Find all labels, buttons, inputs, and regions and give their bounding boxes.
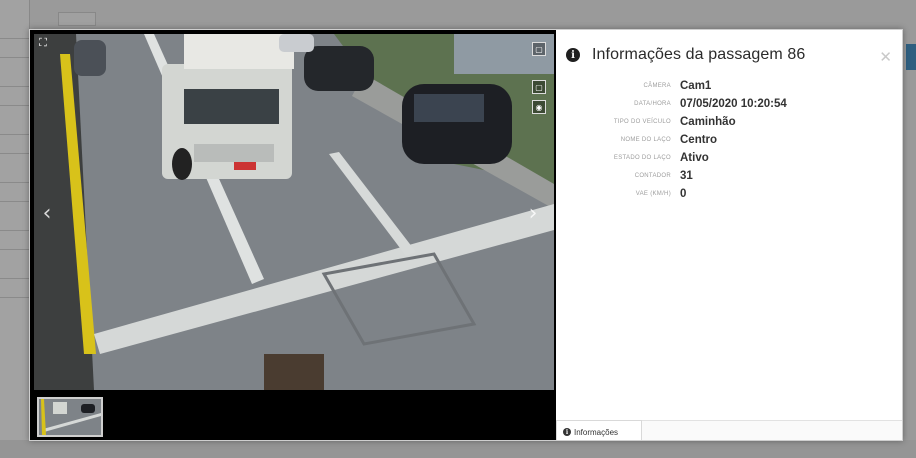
- tab-informacoes[interactable]: i Informações: [556, 420, 642, 440]
- truck-grille: [194, 144, 274, 162]
- eye-icon[interactable]: ◉: [532, 100, 546, 114]
- property-value: 07/05/2020 10:20:54: [680, 98, 787, 110]
- property-value: 0: [680, 188, 687, 200]
- property-label: NOME DO LAÇO: [620, 137, 671, 143]
- properties-list: CÂMERA Cam1 DATA/HORA 07/05/2020 10:20:5…: [556, 77, 896, 203]
- property-row-loop-state: ESTADO DO LAÇO Ativo: [556, 149, 896, 167]
- property-row-camera: CÂMERA Cam1: [556, 77, 896, 95]
- small-car: [74, 40, 106, 76]
- property-label: ESTADO DO LAÇO: [613, 155, 671, 161]
- license-plate: [234, 162, 256, 170]
- tab-bar: i Informações: [556, 420, 902, 440]
- property-row-loop-name: NOME DO LAÇO Centro: [556, 131, 896, 149]
- van-window: [414, 94, 484, 122]
- info-panel: i Informações da passagem 86 ✕ CÂMERA Ca…: [556, 30, 902, 440]
- property-label: VAE (KM/H): [635, 191, 671, 197]
- info-circle-icon: i: [566, 48, 580, 62]
- background-row: [0, 230, 30, 250]
- property-value: Ativo: [680, 152, 709, 164]
- info-circle-icon: i: [563, 428, 571, 436]
- close-icon[interactable]: ✕: [879, 48, 892, 66]
- background-row: [0, 278, 30, 298]
- property-row-datetime: DATA/HORA 07/05/2020 10:20:54: [556, 95, 896, 113]
- property-value: Caminhão: [680, 116, 736, 128]
- background-row: [0, 134, 30, 154]
- info-header: i Informações da passagem 86 ✕: [566, 44, 894, 66]
- property-row-counter: CONTADOR 31: [556, 167, 896, 185]
- tab-label: Informações: [574, 427, 619, 437]
- truck-wheel: [172, 148, 192, 180]
- thumbnail[interactable]: [37, 397, 103, 437]
- parked-car: [304, 46, 374, 91]
- property-value: 31: [680, 170, 693, 182]
- property-label: TIPO DO VEÍCULO: [613, 119, 671, 125]
- property-row-vehicle-type: TIPO DO VEÍCULO Caminhão: [556, 113, 896, 131]
- background-accent: [906, 44, 916, 70]
- manhole: [264, 354, 324, 390]
- chevron-right-icon[interactable]: ›: [526, 200, 540, 226]
- property-row-speed: VAE (KM/H) 0: [556, 185, 896, 203]
- background-row: [0, 86, 30, 106]
- truck-windshield: [184, 89, 279, 124]
- property-value: Centro: [680, 134, 718, 146]
- side-button-icon[interactable]: ▢: [532, 80, 546, 94]
- background-row: [0, 182, 30, 202]
- side-button-icon[interactable]: ▢: [532, 42, 546, 56]
- white-car: [279, 34, 314, 52]
- camera-photo: [34, 34, 554, 390]
- background-control: [58, 12, 96, 26]
- image-viewer: ⛶ ▢ ▢ ◉ ‹ ›: [30, 30, 556, 440]
- thumbnail-image: [39, 399, 101, 435]
- fullscreen-icon[interactable]: ⛶: [36, 36, 50, 50]
- background-footer: [0, 440, 916, 458]
- property-label: CONTADOR: [634, 173, 671, 179]
- panel-title: Informações da passagem 86: [592, 46, 806, 63]
- passage-info-modal: ⛶ ▢ ▢ ◉ ‹ › i Informações da passagem 86…: [29, 29, 903, 441]
- property-label: DATA/HORA: [634, 101, 671, 107]
- traffic-scene-image: [34, 34, 554, 390]
- truck-tank: [184, 34, 294, 69]
- property-value: Cam1: [680, 80, 712, 92]
- background-row: [0, 38, 30, 58]
- property-label: CÂMERA: [643, 83, 671, 89]
- chevron-left-icon[interactable]: ‹: [40, 200, 54, 226]
- thumbnail-strip: [30, 392, 556, 440]
- background-sidebar: [0, 0, 30, 458]
